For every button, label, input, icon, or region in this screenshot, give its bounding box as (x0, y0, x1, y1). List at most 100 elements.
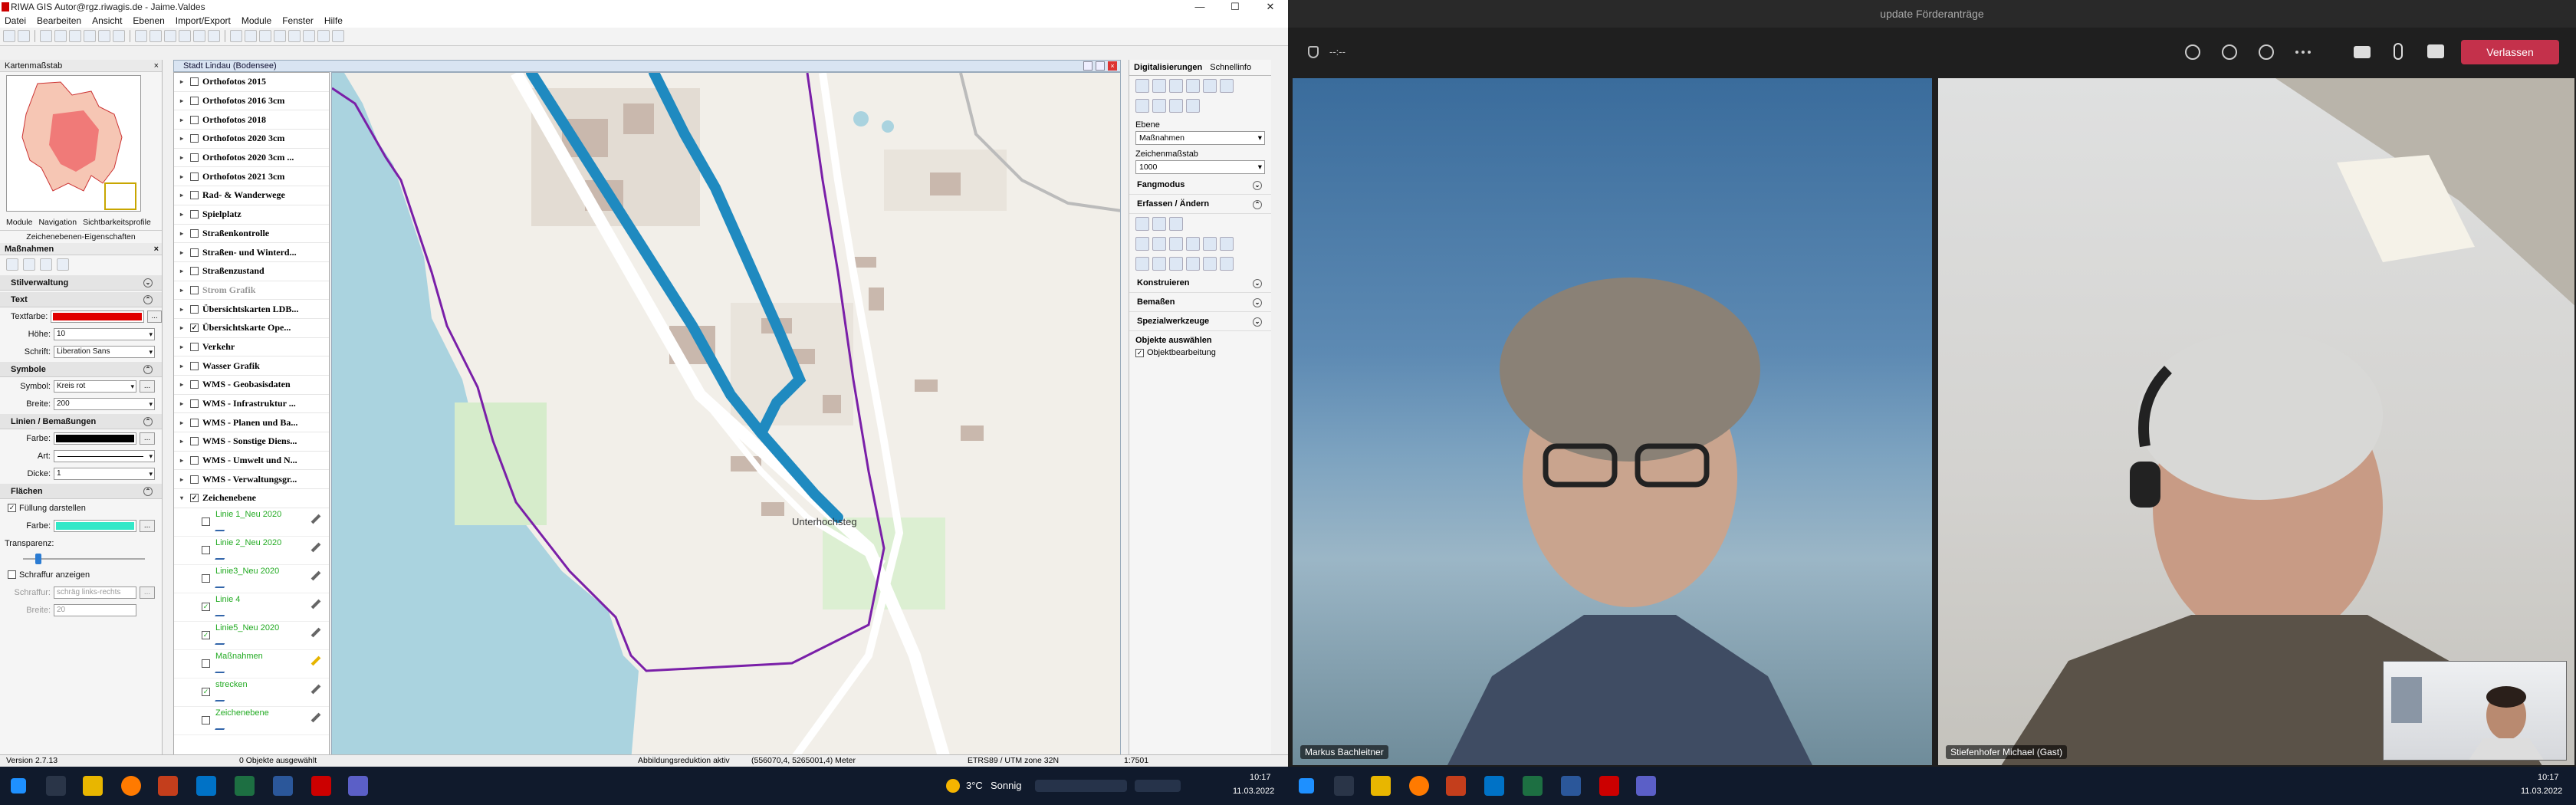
sublayer-row[interactable]: Maßnahmen (174, 650, 329, 678)
sublayer-checkbox[interactable]: ✓ (202, 630, 210, 639)
map-close-icon[interactable]: × (1108, 61, 1117, 71)
select-all-icon[interactable] (1169, 79, 1183, 93)
cross-icon[interactable] (1203, 257, 1217, 271)
map-maximize-icon[interactable] (1096, 61, 1105, 71)
pencil-icon[interactable] (310, 684, 321, 695)
expand-icon[interactable]: ▸ (180, 343, 186, 350)
windows-start-icon[interactable] (11, 778, 26, 794)
measure-icon[interactable] (179, 30, 191, 42)
layer-row[interactable]: ▸ Orthofotos 2016 3cm (174, 92, 329, 111)
collapse-icon[interactable]: ⌃ (143, 295, 153, 304)
powerpoint-icon[interactable] (1446, 776, 1466, 796)
sublayer-row[interactable]: ✓ strecken (174, 678, 329, 707)
symbol-tool-icon[interactable] (1169, 217, 1183, 231)
layer-checkbox[interactable] (190, 153, 199, 163)
schraffur-picker-button[interactable]: ... (140, 586, 155, 599)
line-style-select[interactable]: ▾ (54, 449, 155, 462)
riwa-gis-icon[interactable] (311, 776, 331, 796)
expand-icon[interactable]: ⌄ (143, 278, 153, 288)
collapse-icon[interactable]: ▾ (180, 495, 186, 501)
section-konstruieren[interactable]: Konstruieren ⌄ (1129, 274, 1271, 293)
excel-icon[interactable] (235, 776, 255, 796)
weather-sun-icon[interactable] (946, 779, 960, 793)
tab-schnellinfo[interactable]: Schnellinfo (1210, 63, 1251, 72)
arrows-icon[interactable] (317, 30, 330, 42)
map-canvas[interactable]: Unterhochsteg (331, 72, 1121, 761)
help-icon[interactable] (332, 30, 344, 42)
layer-checkbox[interactable] (190, 210, 199, 219)
trash-icon[interactable] (1220, 79, 1234, 93)
expand-icon[interactable]: ▸ (180, 381, 186, 388)
layer-row[interactable]: ▸ Orthofotos 2018 (174, 110, 329, 130)
layer-row[interactable]: ▸ Straßen- und Winterd... (174, 243, 329, 262)
teams-icon[interactable] (1636, 776, 1656, 796)
expand-icon[interactable]: ▸ (180, 230, 186, 237)
layer-checkbox[interactable] (190, 134, 199, 143)
grid-icon[interactable] (303, 30, 315, 42)
layer-checkbox[interactable] (190, 97, 199, 106)
section-stilverwaltung[interactable]: Stilverwaltung ⌄ (0, 275, 162, 291)
style-copy-icon[interactable] (23, 258, 35, 271)
expand-icon[interactable]: ▸ (180, 457, 186, 464)
massstab-select[interactable]: 1000 ▾ (1135, 160, 1265, 174)
layer-row[interactable]: ▸ WMS - Infrastruktur ... (174, 395, 329, 414)
sublayer-checkbox[interactable]: ✓ (202, 687, 210, 696)
outlook-icon[interactable] (1484, 776, 1504, 796)
text-color-swatch[interactable] (51, 310, 145, 323)
camera-icon[interactable] (2354, 46, 2371, 58)
redo-icon[interactable] (1186, 99, 1200, 113)
split-icon[interactable] (1169, 257, 1183, 271)
expand-icon[interactable]: ▸ (180, 211, 186, 218)
section-spezialwerkzeuge[interactable]: Spezialwerkzeuge ⌄ (1129, 312, 1271, 331)
riwa-gis-icon[interactable] (1599, 776, 1619, 796)
zoom-full-icon[interactable] (113, 30, 125, 42)
polygon-icon[interactable] (1220, 237, 1234, 251)
print-icon[interactable] (3, 30, 15, 42)
section-bemassen[interactable]: Bemaßen ⌄ (1129, 293, 1271, 312)
layer-row[interactable]: ▸ Orthofotos 2020 3cm ... (174, 149, 329, 168)
edit-icon[interactable] (1152, 237, 1166, 251)
tray-icons[interactable] (1035, 780, 1127, 792)
layer-checkbox[interactable] (190, 399, 199, 409)
task-view-icon[interactable] (46, 776, 66, 796)
menu-ansicht[interactable]: Ansicht (92, 14, 122, 28)
layer-checkbox[interactable] (190, 285, 199, 294)
pan-node-icon[interactable] (1186, 257, 1200, 271)
outlook-icon[interactable] (196, 776, 216, 796)
breite2-field[interactable]: 20 (54, 603, 136, 616)
layer-row[interactable]: ▸ WMS - Planen und Ba... (174, 413, 329, 433)
schrift-select[interactable]: Liberation Sans ▾ (54, 345, 155, 358)
fill-color-swatch[interactable] (54, 519, 136, 532)
snap-icon[interactable] (1135, 79, 1149, 93)
layer-row[interactable]: ▸ WMS - Verwaltungsgr... (174, 470, 329, 490)
expand-icon[interactable]: ▸ (180, 400, 186, 407)
layer-checkbox[interactable] (190, 172, 199, 181)
delete-vertex-icon[interactable] (1203, 79, 1217, 93)
sublayer-checkbox[interactable] (202, 715, 210, 724)
select-arrow-icon[interactable] (40, 30, 52, 42)
line-color-picker-button[interactable]: ... (140, 432, 155, 445)
tab-digitalisierungen[interactable]: Digitalisierungen (1134, 63, 1202, 72)
layer-row[interactable]: ▾ ✓ Zeichenebene (174, 489, 329, 508)
schraffur-checkbox[interactable] (8, 570, 16, 579)
expand-icon[interactable]: ▸ (180, 419, 186, 426)
pencil-icon[interactable] (310, 599, 321, 610)
layer-row[interactable]: ▸ Orthofotos 2015 (174, 73, 329, 92)
move-vertex-icon[interactable] (1135, 257, 1149, 271)
expand-icon[interactable]: ▸ (180, 97, 186, 104)
expand-icon[interactable]: ⌄ (1253, 298, 1262, 307)
pencil-icon[interactable] (310, 542, 321, 553)
layer-row[interactable]: ▸ Verkehr (174, 338, 329, 357)
expand-icon[interactable]: ▸ (180, 438, 186, 445)
text-color-picker-button[interactable]: ... (147, 310, 162, 323)
participants-icon[interactable] (2185, 44, 2200, 60)
sublayer-checkbox[interactable] (202, 659, 210, 668)
windows-start-icon[interactable] (1299, 778, 1314, 794)
firefox-icon[interactable] (1409, 776, 1429, 796)
layer-row[interactable]: ▸ Orthofotos 2020 3cm (174, 130, 329, 149)
collapse-icon[interactable]: ⌃ (143, 487, 153, 496)
sublayer-checkbox[interactable] (202, 573, 210, 583)
collapse-icon[interactable]: ⌃ (1253, 200, 1262, 209)
task-view-icon[interactable] (1334, 776, 1354, 796)
menu-fenster[interactable]: Fenster (282, 14, 314, 28)
